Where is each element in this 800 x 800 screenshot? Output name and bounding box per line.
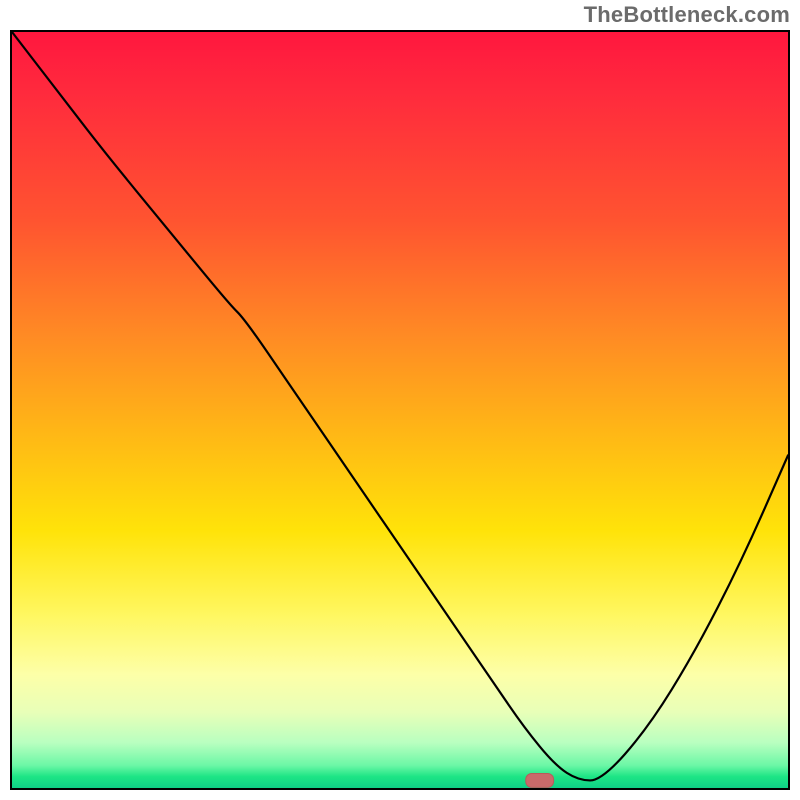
plot-area xyxy=(10,30,790,790)
chart-container: TheBottleneck.com xyxy=(0,0,800,800)
curve-layer xyxy=(12,32,788,788)
watermark-text: TheBottleneck.com xyxy=(584,2,790,28)
optimum-marker xyxy=(526,773,554,787)
bottleneck-curve xyxy=(12,32,788,780)
